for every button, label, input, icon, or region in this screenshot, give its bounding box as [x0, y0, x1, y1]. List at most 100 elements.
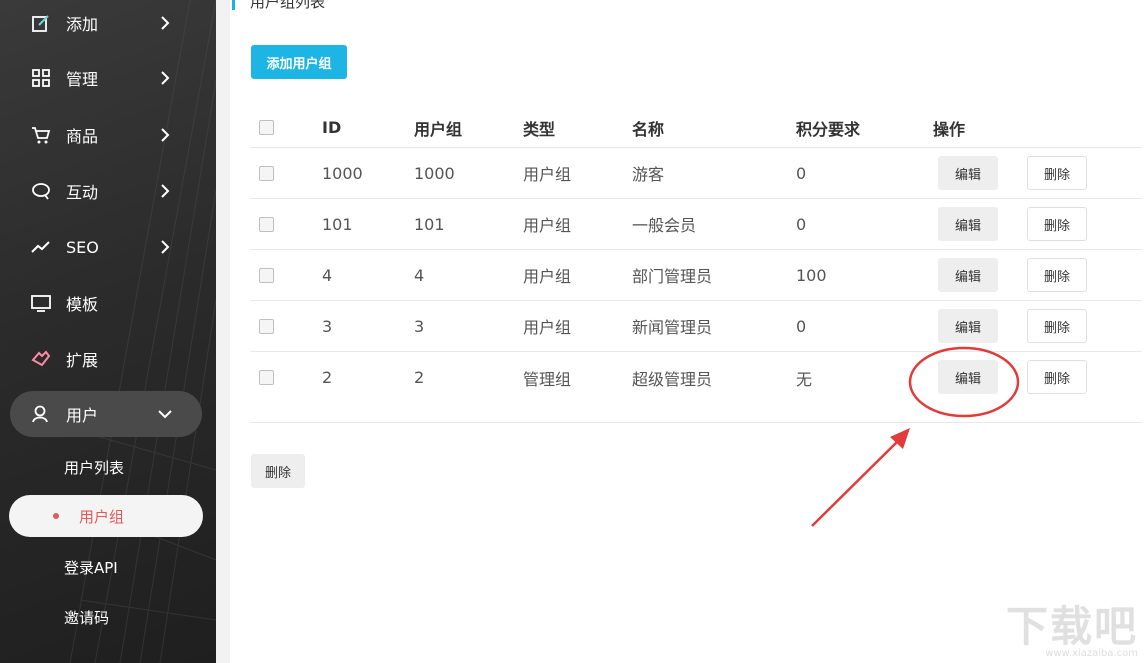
- chevron-right-icon: [154, 12, 176, 34]
- chevron-right-icon: [154, 236, 176, 258]
- cell-type: 用户组: [523, 148, 571, 198]
- table-row: 3 3 用户组 新闻管理员 0 编辑 删除: [250, 301, 1142, 352]
- watermark: 下载吧 www.xiazaiba.com: [1006, 593, 1138, 659]
- edit-button[interactable]: 编辑: [938, 360, 998, 394]
- cell-score: 0: [796, 199, 806, 249]
- cell-type: 管理组: [523, 352, 571, 403]
- cell-name: 部门管理员: [632, 250, 712, 300]
- cell-name: 新闻管理员: [632, 301, 712, 351]
- cell-score: 无: [796, 352, 812, 403]
- sidebar-item-seo[interactable]: SEO: [10, 224, 202, 270]
- user-group-table: ID 用户组 类型 名称 积分要求 操作 1000 1000 用户组 游客 0 …: [250, 108, 1142, 423]
- sidebar-item-goods[interactable]: 商品: [10, 112, 202, 158]
- sidebar-item-label: 用户: [66, 402, 98, 426]
- sidebar-item-label: 添加: [66, 11, 98, 35]
- edit-button[interactable]: 编辑: [938, 309, 998, 343]
- cell-id: 101: [322, 199, 353, 249]
- watermark-url: www.xiazaiba.com: [1006, 648, 1138, 659]
- chevron-right-icon: [154, 67, 176, 89]
- sidebar-subitem-user-list[interactable]: 用户列表: [64, 457, 124, 478]
- delete-button[interactable]: 删除: [1027, 207, 1087, 241]
- header-name: 名称: [632, 108, 664, 147]
- sidebar: 添加 管理 商品 互动 SEO 模板: [0, 0, 216, 663]
- user-icon: [30, 403, 52, 425]
- edit-button[interactable]: 编辑: [938, 258, 998, 292]
- edit-button[interactable]: 编辑: [938, 156, 998, 190]
- add-user-group-button[interactable]: 添加用户组: [251, 45, 347, 79]
- annotation-arrow-line: [812, 437, 902, 526]
- page-title: 用户组列表: [250, 0, 325, 12]
- table-row: 2 2 管理组 超级管理员 无 编辑 删除: [250, 352, 1142, 423]
- cell-group: 3: [414, 301, 424, 351]
- chevron-right-icon: [154, 180, 176, 202]
- sidebar-subitem-invite-code[interactable]: 邀请码: [64, 607, 109, 628]
- title-accent-bar: [232, 0, 235, 10]
- cell-id: 3: [322, 301, 332, 351]
- row-checkbox[interactable]: [259, 319, 274, 334]
- cell-name: 一般会员: [632, 199, 696, 249]
- chat-icon: [30, 180, 52, 202]
- sidebar-item-extend[interactable]: 扩展: [10, 336, 202, 382]
- delete-button[interactable]: 删除: [1027, 360, 1087, 394]
- sidebar-subitem-label: 用户组: [79, 506, 124, 527]
- sidebar-item-template[interactable]: 模板: [10, 280, 202, 326]
- cell-type: 用户组: [523, 199, 571, 249]
- row-checkbox[interactable]: [259, 217, 274, 232]
- chevron-right-icon: [154, 124, 176, 146]
- row-checkbox[interactable]: [259, 268, 274, 283]
- sidebar-item-add[interactable]: 添加: [10, 0, 202, 46]
- sidebar-item-label: 管理: [66, 66, 98, 90]
- delete-button[interactable]: 删除: [1027, 258, 1087, 292]
- cell-name: 超级管理员: [632, 352, 712, 403]
- header-group: 用户组: [414, 108, 462, 147]
- cell-group: 4: [414, 250, 424, 300]
- header-operation: 操作: [933, 108, 965, 147]
- table-row: 4 4 用户组 部门管理员 100 编辑 删除: [250, 250, 1142, 301]
- sidebar-item-label: 互动: [66, 179, 98, 203]
- cart-icon: [30, 124, 52, 146]
- cell-type: 用户组: [523, 301, 571, 351]
- header-score: 积分要求: [796, 108, 860, 147]
- cell-score: 100: [796, 250, 827, 300]
- delete-button[interactable]: 删除: [1027, 309, 1087, 343]
- row-checkbox[interactable]: [259, 370, 274, 385]
- cell-score: 0: [796, 148, 806, 198]
- table-row: 1000 1000 用户组 游客 0 编辑 删除: [250, 148, 1142, 199]
- monitor-icon: [30, 292, 52, 314]
- cell-group: 1000: [414, 148, 455, 198]
- select-all-checkbox[interactable]: [259, 120, 274, 135]
- sidebar-item-interact[interactable]: 互动: [10, 168, 202, 214]
- chevron-down-icon: [154, 403, 176, 425]
- active-dot: [53, 513, 59, 519]
- sidebar-item-user[interactable]: 用户: [10, 391, 202, 437]
- header-id: ID: [322, 108, 341, 147]
- watermark-logo-text: 下载吧: [1006, 593, 1138, 654]
- cell-type: 用户组: [523, 250, 571, 300]
- bulk-delete-button[interactable]: 删除: [251, 454, 305, 488]
- sidebar-subitem-login-api[interactable]: 登录API: [64, 557, 118, 578]
- delete-button[interactable]: 删除: [1027, 156, 1087, 190]
- sidebar-item-label: 商品: [66, 123, 98, 147]
- edit-icon: [30, 12, 52, 34]
- cell-name: 游客: [632, 148, 664, 198]
- table-header: ID 用户组 类型 名称 积分要求 操作: [250, 108, 1142, 148]
- annotation-arrow-head: [890, 428, 910, 449]
- sidebar-item-label: SEO: [66, 238, 99, 257]
- table-row: 101 101 用户组 一般会员 0 编辑 删除: [250, 199, 1142, 250]
- sidebar-subitem-user-group[interactable]: 用户组: [9, 495, 203, 537]
- cell-group: 2: [414, 352, 424, 403]
- sidebar-item-manage[interactable]: 管理: [10, 55, 202, 101]
- edit-button[interactable]: 编辑: [938, 207, 998, 241]
- puzzle-icon: [30, 348, 52, 370]
- trend-icon: [30, 236, 52, 258]
- grid-icon: [30, 67, 52, 89]
- content-edge: [216, 0, 230, 663]
- cell-id: 2: [322, 352, 332, 403]
- row-checkbox[interactable]: [259, 166, 274, 181]
- cell-group: 101: [414, 199, 445, 249]
- cell-id: 1000: [322, 148, 363, 198]
- cell-id: 4: [322, 250, 332, 300]
- sidebar-item-label: 模板: [66, 291, 98, 315]
- sidebar-item-label: 扩展: [66, 347, 98, 371]
- header-type: 类型: [523, 108, 555, 147]
